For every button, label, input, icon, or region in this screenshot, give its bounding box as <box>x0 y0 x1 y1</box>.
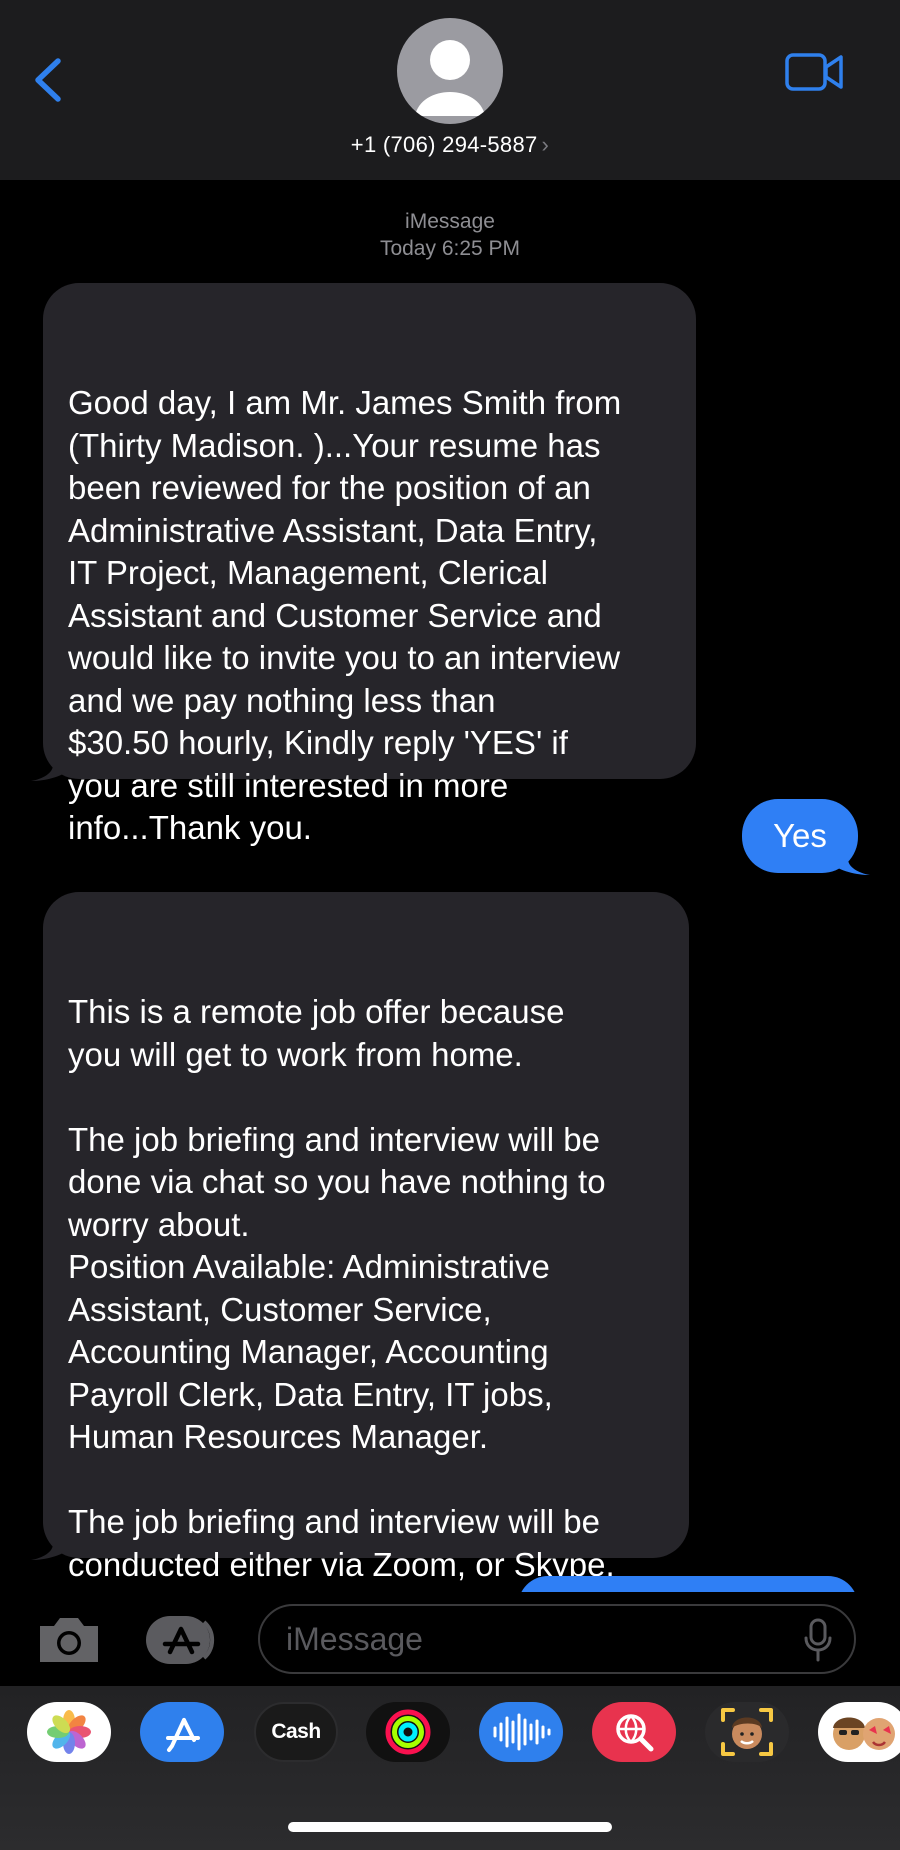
video-camera-icon[interactable] <box>784 50 844 94</box>
memoji-stickers-icon <box>833 1717 895 1750</box>
memoji-stickers-app-icon[interactable] <box>818 1702 900 1762</box>
contact-number: +1 (706) 294-5887 <box>350 132 538 157</box>
photos-app-icon[interactable] <box>27 1702 111 1762</box>
activity-app-icon[interactable] <box>366 1702 450 1762</box>
contact-avatar-icon[interactable] <box>397 18 503 124</box>
message-text: Yes <box>773 817 827 854</box>
apple-cash-app-icon[interactable]: Cash <box>254 1702 338 1762</box>
bubble-tail <box>830 845 870 875</box>
service-label: iMessage <box>405 210 495 233</box>
incoming-message-bubble[interactable]: Good day, I am Mr. James Smith from (Thi… <box>31 283 696 846</box>
memoji-face-icon <box>721 1708 773 1756</box>
home-indicator[interactable] <box>288 1822 612 1832</box>
outgoing-message-bubble[interactable]: Yes <box>742 799 870 875</box>
contact-name[interactable]: +1 (706) 294-5887 › <box>0 132 900 158</box>
bubble-tail <box>31 1530 71 1560</box>
memoji-app-icon[interactable] <box>705 1702 789 1762</box>
cash-label: Cash <box>271 1720 321 1743</box>
audio-message-app-icon[interactable] <box>479 1702 563 1762</box>
message-input[interactable] <box>258 1604 856 1674</box>
photos-flower-icon <box>47 1710 91 1754</box>
bubble-tail <box>31 751 71 781</box>
app-store-icon[interactable] <box>144 1614 224 1666</box>
globe-search-icon <box>616 1714 654 1752</box>
message-text: Good day, I am Mr. James Smith from (Thi… <box>68 384 622 846</box>
activity-rings-icon <box>385 1709 431 1755</box>
back-chevron-icon[interactable] <box>28 55 68 105</box>
waveform-icon <box>493 1713 551 1751</box>
images-search-app-icon[interactable] <box>592 1702 676 1762</box>
conversation-header: +1 (706) 294-5887 › <box>0 0 900 180</box>
app-store-app-icon[interactable] <box>140 1702 224 1762</box>
chevron-right-icon: › <box>541 132 550 157</box>
microphone-icon[interactable] <box>803 1618 833 1662</box>
camera-icon[interactable] <box>36 1614 102 1666</box>
incoming-message-bubble[interactable]: This is a remote job offer because you w… <box>31 892 689 1625</box>
message-text: This is a remote job offer because you w… <box>68 993 615 1625</box>
app-store-glyph-icon <box>166 1718 200 1752</box>
timestamp-label: Today 6:25 PM <box>379 237 521 260</box>
